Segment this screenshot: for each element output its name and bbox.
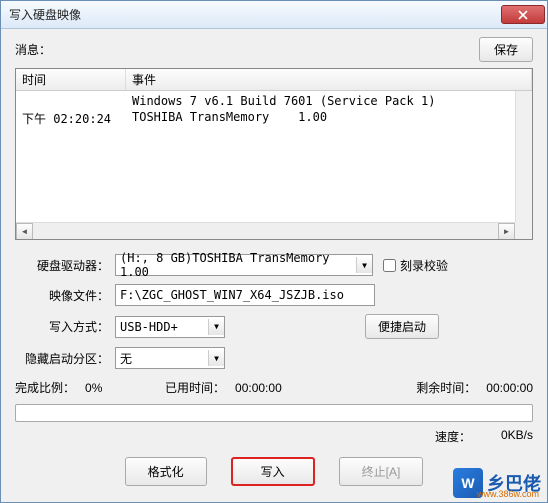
method-label: 写入方式：: [15, 318, 115, 335]
quick-boot-button[interactable]: 便捷启动: [365, 314, 439, 339]
list-row[interactable]: Windows 7 v6.1 Build 7601 (Service Pack …: [16, 93, 532, 109]
verify-checkbox-wrap[interactable]: 刻录校验: [383, 257, 448, 274]
drive-value: (H:, 8 GB)TOSHIBA TransMemory 1.00: [120, 251, 354, 279]
verify-label: 刻录校验: [400, 257, 448, 274]
format-button[interactable]: 格式化: [125, 457, 207, 486]
remain-value: 00:00:00: [486, 381, 533, 395]
image-field[interactable]: [115, 284, 375, 306]
form-area: 硬盘驱动器： (H:, 8 GB)TOSHIBA TransMemory 1.0…: [15, 254, 533, 369]
log-body: Windows 7 v6.1 Build 7601 (Service Pack …: [16, 91, 532, 130]
abort-button[interactable]: 终止[A]: [339, 457, 424, 486]
elapsed-value: 00:00:00: [235, 381, 315, 395]
image-row: 映像文件：: [15, 284, 533, 306]
speed-row: 速度： 0KB/s: [15, 428, 533, 445]
verify-checkbox[interactable]: [383, 259, 396, 272]
elapsed-label: 已用时间：: [165, 379, 225, 396]
hidden-combo[interactable]: 无 ▼: [115, 347, 225, 369]
scrollbar-vertical[interactable]: [515, 91, 532, 222]
window-title: 写入硬盘映像: [9, 6, 501, 23]
ratio-label: 完成比例：: [15, 379, 75, 396]
progress-bar: [15, 404, 533, 422]
write-button[interactable]: 写入: [231, 457, 315, 486]
log-header-time[interactable]: 时间: [16, 69, 126, 90]
scroll-right-icon[interactable]: ►: [498, 223, 515, 240]
bottom-buttons: 格式化 写入 终止[A]: [15, 457, 533, 486]
close-icon: [518, 10, 528, 20]
chevron-down-icon: ▼: [208, 350, 224, 366]
dialog-window: 写入硬盘映像 消息： 保存 时间 事件 Windows 7 v6.1 Build…: [0, 0, 548, 503]
log-cell-event: TOSHIBA TransMemory 1.00: [126, 110, 532, 127]
speed-value: 0KB/s: [501, 428, 533, 445]
message-row: 消息： 保存: [15, 37, 533, 62]
list-row[interactable]: 下午 02:20:24 TOSHIBA TransMemory 1.00: [16, 109, 532, 128]
log-list: 时间 事件 Windows 7 v6.1 Build 7601 (Service…: [15, 68, 533, 240]
content-area: 消息： 保存 时间 事件 Windows 7 v6.1 Build 7601 (…: [1, 29, 547, 494]
save-button[interactable]: 保存: [479, 37, 533, 62]
method-value: USB-HDD+: [120, 320, 206, 334]
scroll-corner: [515, 222, 532, 239]
log-cell-event: Windows 7 v6.1 Build 7601 (Service Pack …: [126, 94, 532, 108]
hidden-label: 隐藏启动分区：: [15, 350, 115, 367]
drive-row: 硬盘驱动器： (H:, 8 GB)TOSHIBA TransMemory 1.0…: [15, 254, 533, 276]
remain-label: 剩余时间：: [416, 379, 476, 396]
progress-info-row: 完成比例： 0% 已用时间： 00:00:00 剩余时间： 00:00:00: [15, 379, 533, 396]
drive-combo[interactable]: (H:, 8 GB)TOSHIBA TransMemory 1.00 ▼: [115, 254, 373, 276]
log-cell-time: 下午 02:20:24: [16, 110, 126, 127]
log-header-event[interactable]: 事件: [126, 69, 532, 90]
image-label: 映像文件：: [15, 287, 115, 304]
scroll-track[interactable]: [33, 223, 498, 239]
method-combo[interactable]: USB-HDD+ ▼: [115, 316, 225, 338]
close-button[interactable]: [501, 5, 545, 24]
log-header: 时间 事件: [16, 69, 532, 91]
message-label: 消息：: [15, 41, 479, 58]
chevron-down-icon: ▼: [356, 257, 372, 273]
title-bar: 写入硬盘映像: [1, 1, 547, 29]
ratio-value: 0%: [85, 381, 165, 395]
drive-label: 硬盘驱动器：: [15, 257, 115, 274]
log-cell-time: [16, 94, 126, 108]
chevron-down-icon: ▼: [208, 319, 224, 335]
scrollbar-horizontal[interactable]: ◄ ►: [16, 222, 515, 239]
speed-label: 速度：: [435, 428, 471, 445]
method-row: 写入方式： USB-HDD+ ▼ 便捷启动: [15, 314, 533, 339]
hidden-value: 无: [120, 350, 206, 367]
hidden-row: 隐藏启动分区： 无 ▼: [15, 347, 533, 369]
scroll-left-icon[interactable]: ◄: [16, 223, 33, 240]
